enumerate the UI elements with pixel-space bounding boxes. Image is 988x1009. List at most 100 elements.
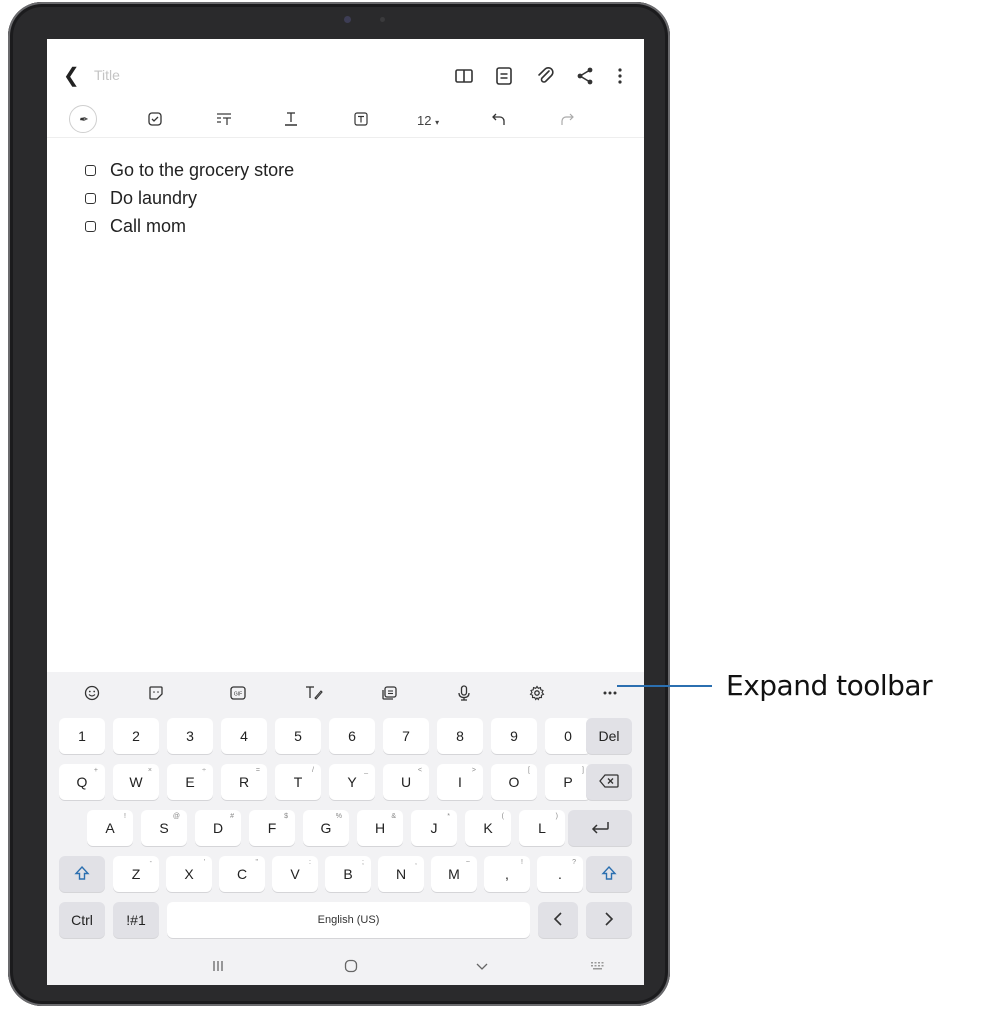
key[interactable]: Y _ bbox=[329, 764, 375, 800]
key[interactable]: 6 bbox=[329, 718, 375, 754]
enter-icon bbox=[590, 820, 610, 837]
key[interactable]: U < bbox=[383, 764, 429, 800]
attach-icon[interactable] bbox=[534, 65, 556, 87]
key[interactable]: T / bbox=[275, 764, 321, 800]
key-hint: = bbox=[255, 767, 260, 774]
shift-icon bbox=[74, 865, 90, 884]
key[interactable]: H & bbox=[357, 810, 403, 846]
key[interactable]: N, bbox=[378, 856, 424, 892]
mic-icon[interactable] bbox=[453, 682, 475, 704]
delete-key[interactable]: Del bbox=[586, 718, 632, 754]
checkbox[interactable] bbox=[85, 192, 96, 204]
key[interactable]: K( bbox=[465, 810, 511, 846]
gif-icon[interactable]: GIF bbox=[227, 682, 249, 704]
key[interactable]: 1 bbox=[59, 718, 105, 754]
key[interactable]: S @ bbox=[141, 810, 187, 846]
key-label: , bbox=[505, 866, 509, 882]
text-box-icon[interactable] bbox=[349, 107, 373, 131]
key-hint: ; bbox=[362, 859, 364, 866]
key[interactable]: 2 bbox=[113, 718, 159, 754]
key[interactable]: O[ bbox=[491, 764, 537, 800]
nav-back-icon[interactable] bbox=[475, 959, 489, 976]
note-title-field[interactable]: Title bbox=[94, 67, 120, 83]
callout-line bbox=[617, 685, 712, 687]
key[interactable]: L) bbox=[519, 810, 565, 846]
key[interactable]: D # bbox=[195, 810, 241, 846]
key-label: 5 bbox=[294, 728, 302, 744]
page-icon[interactable] bbox=[493, 65, 515, 87]
key[interactable]: Q + bbox=[59, 764, 105, 800]
reading-mode-icon[interactable] bbox=[453, 65, 475, 87]
key[interactable]: ,! bbox=[484, 856, 530, 892]
key[interactable]: 7 bbox=[383, 718, 429, 754]
list-item-text[interactable]: Call mom bbox=[110, 216, 186, 237]
key-hint: × bbox=[147, 767, 152, 774]
share-icon[interactable] bbox=[574, 65, 596, 87]
key[interactable]: B; bbox=[325, 856, 371, 892]
key[interactable]: R = bbox=[221, 764, 267, 800]
ctrl-key-label: Ctrl bbox=[71, 912, 93, 928]
chevron-down-icon: ▾ bbox=[435, 118, 440, 127]
more-vert-icon[interactable] bbox=[609, 65, 631, 87]
checkbox-icon[interactable] bbox=[143, 107, 167, 131]
key-hint: ! bbox=[124, 813, 126, 820]
key[interactable]: I > bbox=[437, 764, 483, 800]
text-style-icon[interactable] bbox=[212, 107, 236, 131]
handwriting-icon[interactable] bbox=[303, 682, 325, 704]
key[interactable]: J * bbox=[411, 810, 457, 846]
key[interactable]: E ÷ bbox=[167, 764, 213, 800]
clipboard-icon[interactable] bbox=[379, 682, 401, 704]
text-color-icon[interactable] bbox=[279, 107, 303, 131]
undo-icon[interactable] bbox=[487, 107, 511, 131]
key-label: 7 bbox=[402, 728, 410, 744]
key[interactable]: X ' bbox=[166, 856, 212, 892]
key[interactable]: 4 bbox=[221, 718, 267, 754]
checkbox[interactable] bbox=[85, 164, 96, 176]
space-bar[interactable]: English (US) bbox=[167, 902, 530, 938]
pen-mode-icon[interactable]: ✒ bbox=[69, 105, 97, 133]
enter-key[interactable] bbox=[568, 810, 632, 846]
list-item-text[interactable]: Go to the grocery store bbox=[110, 160, 294, 181]
left-arrow-key[interactable] bbox=[538, 902, 578, 938]
key[interactable]: W × bbox=[113, 764, 159, 800]
key-label: S bbox=[159, 820, 169, 836]
key-hint: + bbox=[93, 767, 98, 774]
key[interactable]: Z- bbox=[113, 856, 159, 892]
keyboard-icon[interactable] bbox=[590, 959, 606, 975]
right-arrow-icon bbox=[604, 911, 614, 929]
sticker-icon[interactable] bbox=[145, 682, 167, 704]
symbols-key[interactable]: !#1 bbox=[113, 902, 159, 938]
shift-key-right[interactable] bbox=[586, 856, 632, 892]
back-icon[interactable]: ❮ bbox=[63, 65, 80, 87]
ctrl-key[interactable]: Ctrl bbox=[59, 902, 105, 938]
key-hint: " bbox=[255, 859, 259, 866]
key[interactable]: 0 bbox=[545, 718, 591, 754]
home-icon[interactable] bbox=[344, 959, 358, 976]
key[interactable]: M ~ bbox=[431, 856, 477, 892]
key[interactable]: 3 bbox=[167, 718, 213, 754]
settings-icon[interactable] bbox=[526, 682, 548, 704]
key[interactable]: .? bbox=[537, 856, 583, 892]
key[interactable]: 5 bbox=[275, 718, 321, 754]
sensor bbox=[380, 17, 385, 22]
emoji-icon[interactable] bbox=[81, 682, 103, 704]
key[interactable]: F $ bbox=[249, 810, 295, 846]
right-arrow-key[interactable] bbox=[586, 902, 632, 938]
key[interactable]: A! bbox=[87, 810, 133, 846]
key-label: G bbox=[320, 820, 332, 836]
shift-key-left[interactable] bbox=[59, 856, 105, 892]
key[interactable]: 9 bbox=[491, 718, 537, 754]
key-label: E bbox=[185, 774, 195, 790]
list-item-text[interactable]: Do laundry bbox=[110, 188, 197, 209]
redo-icon[interactable] bbox=[555, 107, 579, 131]
recents-icon[interactable] bbox=[211, 959, 225, 976]
key[interactable]: P] bbox=[545, 764, 591, 800]
key-label: 2 bbox=[132, 728, 140, 744]
key[interactable]: G% bbox=[303, 810, 349, 846]
key[interactable]: 8 bbox=[437, 718, 483, 754]
key[interactable]: C " bbox=[219, 856, 265, 892]
backspace-key[interactable] bbox=[586, 764, 632, 800]
key[interactable]: V: bbox=[272, 856, 318, 892]
checkbox[interactable] bbox=[85, 220, 96, 232]
font-size-selector[interactable]: 12 ▾ bbox=[417, 113, 439, 128]
